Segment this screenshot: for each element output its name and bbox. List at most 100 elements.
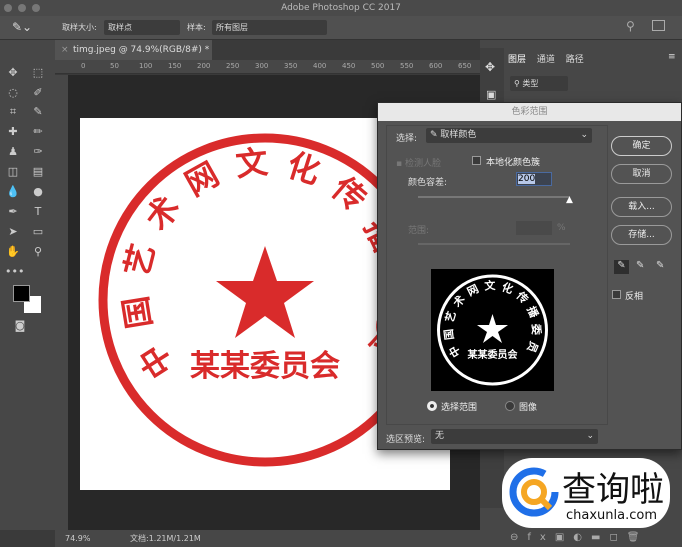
- hand-tool-icon[interactable]: ✋: [5, 244, 21, 260]
- layer-kind-filter[interactable]: ⚲ 类型: [510, 76, 568, 91]
- watermark-text: 查询啦: [562, 470, 664, 510]
- ok-button[interactable]: 确定: [611, 136, 672, 156]
- lasso-tool-icon[interactable]: ◌: [5, 85, 21, 101]
- move-tool-icon[interactable]: ✥: [5, 65, 21, 81]
- ruler-tick: 400: [313, 62, 327, 70]
- save-button[interactable]: 存储...: [611, 225, 672, 245]
- sample-size-label: 取样大小:: [62, 23, 97, 32]
- range-label: 范围:: [408, 226, 430, 236]
- pen-tool-icon[interactable]: ✒: [5, 204, 21, 220]
- select-label: 选择:: [396, 134, 418, 144]
- dialog-title: 色彩范围: [378, 103, 681, 121]
- eraser-tool-icon[interactable]: ◫: [5, 164, 21, 180]
- rectangle-tool-icon[interactable]: ▭: [30, 224, 46, 240]
- ruler-tick: 550: [400, 62, 414, 70]
- eyedropper-minus-icon[interactable]: ✎: [656, 260, 664, 271]
- ruler-tick: 50: [110, 62, 119, 70]
- sample-value: 所有图层: [216, 23, 248, 32]
- ruler-tick: 150: [168, 62, 182, 70]
- ruler-tick: 100: [139, 62, 153, 70]
- radio-selection[interactable]: [427, 401, 437, 411]
- zoom-level[interactable]: 74.9%: [65, 530, 90, 547]
- close-window-button[interactable]: [4, 4, 12, 12]
- range-slider: [418, 243, 570, 245]
- dodge-tool-icon[interactable]: ●: [30, 184, 46, 200]
- crop-tool-icon[interactable]: ⌗: [5, 104, 21, 120]
- status-bar: 74.9% 文档:1.21M/1.21M: [55, 530, 480, 547]
- fuzziness-input[interactable]: 200: [516, 172, 552, 186]
- seal-star: [216, 246, 314, 338]
- sample-size-select[interactable]: 取样点: [104, 20, 180, 35]
- type-tool-icon[interactable]: T: [30, 204, 46, 220]
- layers-footer-icons[interactable]: ⊖fx▣◐▬◻🗑: [510, 532, 648, 543]
- radio-image[interactable]: [505, 401, 515, 411]
- gradient-tool-icon[interactable]: ▤: [30, 164, 46, 180]
- horizontal-ruler: 0 50 100 150 200 250 300 350 400 450 500 550 600 650: [55, 60, 480, 74]
- tab-layers[interactable]: 图层: [508, 55, 526, 65]
- marquee-tool-icon[interactable]: ⬚: [30, 65, 46, 81]
- stamp-tool-icon[interactable]: ♟: [5, 144, 21, 160]
- quick-select-icon[interactable]: ✐: [30, 85, 46, 101]
- preview-seal-bottom-text: 某某委员会: [468, 348, 518, 361]
- history-brush-icon[interactable]: ✑: [30, 144, 46, 160]
- blur-tool-icon[interactable]: 💧: [5, 184, 21, 200]
- ruler-tick: 500: [371, 62, 385, 70]
- panel-menu-icon[interactable]: ≡: [668, 52, 676, 62]
- document-tab-row: × timg.jpeg @ 74.9%(RGB/8#) *: [55, 40, 480, 60]
- foreground-color-swatch[interactable]: [13, 285, 30, 302]
- select-dropdown[interactable]: ✎ 取样颜色 ⌄: [426, 128, 592, 143]
- document-tab[interactable]: × timg.jpeg @ 74.9%(RGB/8#) *: [55, 40, 212, 60]
- load-button[interactable]: 载入...: [611, 197, 672, 217]
- localized-label: 本地化颜色簇: [486, 158, 541, 168]
- zoom-tool-icon[interactable]: ⚲: [30, 244, 46, 260]
- info-icon[interactable]: ▣: [486, 88, 496, 101]
- seal-outer-text: 中国艺术网文化传播委员会: [80, 118, 414, 385]
- brush-tool-icon[interactable]: ✏: [30, 124, 46, 140]
- ruler-tick: 450: [342, 62, 356, 70]
- ruler-tick: 250: [226, 62, 240, 70]
- healing-tool-icon[interactable]: ✚: [5, 124, 21, 140]
- app-title: Adobe Photoshop CC 2017: [281, 3, 401, 13]
- detect-faces-label: 检测人脸: [404, 159, 441, 169]
- layers-tabs: 图层 通道 路径: [508, 52, 584, 65]
- eyedropper-plus-icon[interactable]: ✎: [636, 260, 644, 271]
- eyedropper-tool-icon[interactable]: ✎: [30, 104, 46, 120]
- eyedropper-icon[interactable]: ✎: [614, 260, 629, 274]
- sample-select[interactable]: 所有图层: [212, 20, 327, 35]
- select-value: 取样颜色: [440, 130, 477, 140]
- ruler-tick: 350: [284, 62, 298, 70]
- detect-faces-checkbox[interactable]: ▪ 检测人脸: [396, 156, 441, 169]
- localized-checkbox[interactable]: [472, 156, 481, 165]
- fuzziness-slider-thumb[interactable]: ▲: [566, 195, 573, 205]
- quick-mask-icon[interactable]: ◙: [12, 318, 28, 334]
- eyedropper-icon[interactable]: ✎⌄: [12, 20, 32, 34]
- close-tab-icon[interactable]: ×: [61, 40, 69, 60]
- tab-paths[interactable]: 路径: [566, 55, 584, 65]
- preview-label: 选区预览:: [386, 435, 426, 445]
- ruler-tick: 0: [81, 62, 86, 70]
- search-icon[interactable]: ⚲: [626, 19, 635, 33]
- watermark: 查询啦 chaxunla.com: [502, 458, 670, 528]
- selection-preview-select[interactable]: 无 ⌄: [431, 429, 598, 444]
- options-bar: ✎⌄ 取样大小: 取样点 样本: 所有图层 ⚲: [0, 16, 682, 40]
- sample-label: 样本:: [187, 23, 206, 32]
- path-select-icon[interactable]: ➤: [5, 224, 21, 240]
- ruler-tick: 650: [458, 62, 472, 70]
- workspace-icon[interactable]: [652, 20, 665, 31]
- document-tab-title: timg.jpeg @ 74.9%(RGB/8#) *: [73, 45, 210, 55]
- radio-selection-label: 选择范围: [441, 403, 478, 413]
- fuzziness-label: 颜色容差:: [408, 178, 448, 188]
- preview-value: 无: [435, 431, 445, 441]
- tab-channels[interactable]: 通道: [537, 55, 555, 65]
- minimize-window-button[interactable]: [18, 4, 26, 12]
- preview-seal-text: 中国艺术网文化传播委员会: [431, 269, 544, 360]
- fuzziness-slider[interactable]: [418, 196, 570, 198]
- color-range-dialog: 色彩范围 选择: ✎ 取样颜色 ⌄ ▪ 检测人脸 本地化颜色簇 颜色容差: 200…: [377, 102, 682, 450]
- toolbar: ✥ ⬚ ◌ ✐ ⌗ ✎ ✚ ✏ ♟ ✑ ◫ ▤ 💧 ● ✒ T ➤ ▭ ✋ ⚲ …: [0, 40, 55, 530]
- invert-checkbox[interactable]: [612, 290, 621, 299]
- seal-bottom-text: 某某委员会: [190, 349, 340, 384]
- more-tools-icon[interactable]: •••: [5, 264, 24, 280]
- plugin-icon[interactable]: ✥: [485, 60, 495, 74]
- zoom-window-button[interactable]: [32, 4, 40, 12]
- cancel-button[interactable]: 取消: [611, 164, 672, 184]
